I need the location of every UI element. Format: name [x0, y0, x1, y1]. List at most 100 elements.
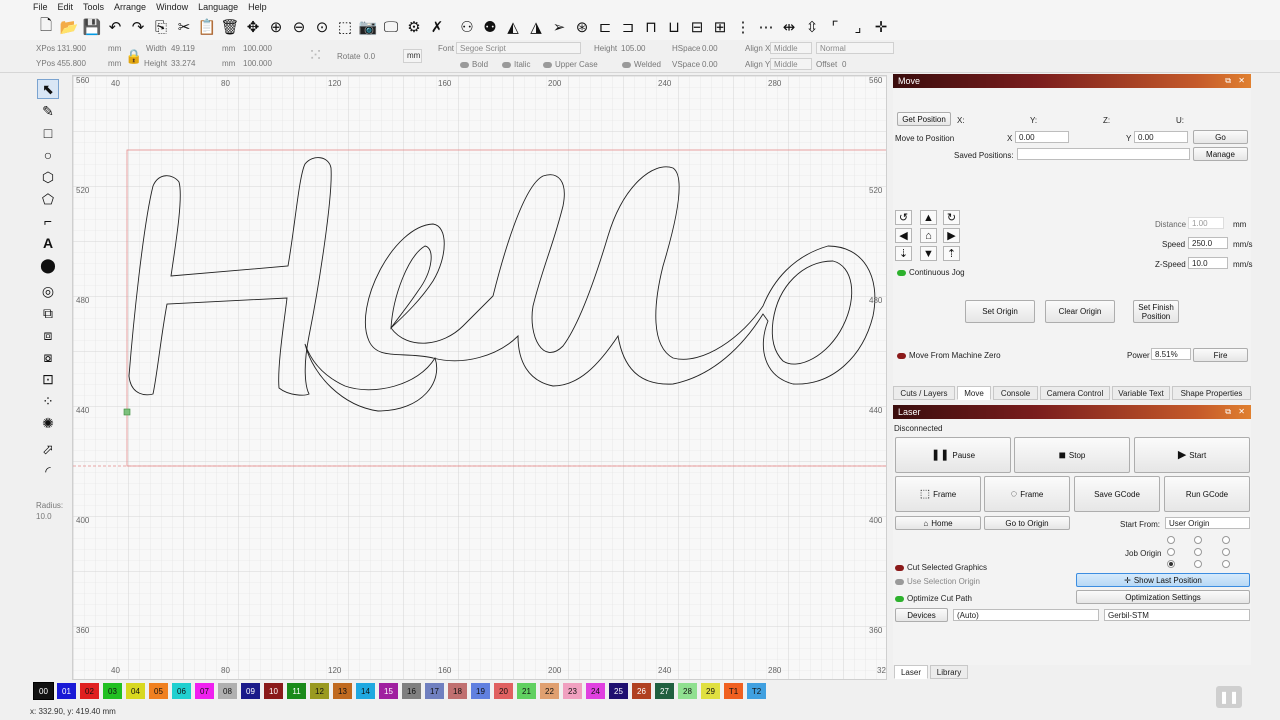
rotate-ccw-icon[interactable]: ↺ [895, 210, 912, 225]
jog-right-icon[interactable]: ▶ [943, 228, 960, 243]
menu-file[interactable]: File [0, 2, 53, 12]
menu-language[interactable]: Language [193, 2, 243, 12]
design-canvas[interactable]: 40 80 120 160 200 240 280 40 80 120 160 … [72, 75, 887, 680]
space-h-icon[interactable]: ⇹ [779, 17, 799, 37]
anchor-grid-icon[interactable]: ⁙ [308, 45, 323, 66]
offset-tool-icon[interactable]: ◎ [37, 281, 59, 301]
port-select[interactable]: (Auto) [953, 609, 1099, 621]
show-last-position-button[interactable]: ✛ Show Last Position [1076, 573, 1250, 587]
layer-swatch[interactable]: 05 [149, 683, 168, 699]
move-icon[interactable]: ✥ [243, 17, 263, 37]
cut-selected-toggle[interactable]: Cut Selected Graphics [895, 563, 987, 572]
select-frame-icon[interactable]: ⬚ [335, 17, 355, 37]
font-select[interactable]: Segoe Script [456, 42, 581, 54]
position-laser-icon[interactable]: ⌐ [37, 211, 59, 231]
job-origin-mc[interactable] [1194, 548, 1202, 556]
flip-horizontal-icon[interactable]: ◭ [503, 17, 523, 37]
delete-icon[interactable]: 🗑 [220, 17, 240, 37]
width-percent[interactable]: 100.000 [243, 44, 272, 53]
close-icon[interactable]: ✕ [1238, 405, 1245, 419]
tools-icon[interactable]: ✗ [427, 17, 447, 37]
pause-button[interactable]: ❚❚ Pause [895, 437, 1011, 473]
set-origin-button[interactable]: Set Origin [965, 300, 1035, 323]
tab-camera-control[interactable]: Camera Control [1040, 386, 1110, 400]
devices-button[interactable]: Devices [895, 608, 948, 622]
job-origin-ml[interactable] [1167, 548, 1175, 556]
jog-home-icon[interactable]: ⌂ [920, 228, 937, 243]
continuous-jog-toggle[interactable]: Continuous Jog [897, 268, 965, 277]
layer-swatch[interactable]: 22 [540, 683, 559, 699]
menu-edit[interactable]: Edit [53, 2, 79, 12]
align-top-icon[interactable]: ⊔ [664, 17, 684, 37]
settings-icon[interactable]: ⚙ [404, 17, 424, 37]
stop-button[interactable]: ■ Stop [1014, 437, 1130, 473]
menu-help[interactable]: Help [243, 2, 272, 12]
grid-array-icon[interactable]: ⁘ [37, 391, 59, 411]
distance-input[interactable]: 1.00 [1188, 217, 1224, 229]
style-select[interactable]: Normal [816, 42, 894, 54]
layer-swatch[interactable]: 12 [310, 683, 329, 699]
float-icon[interactable]: ⧉ [1225, 74, 1231, 88]
save-icon[interactable]: 💾 [82, 17, 102, 37]
move-x-input[interactable]: 0.00 [1015, 131, 1069, 143]
mirror-icon[interactable]: ◮ [526, 17, 546, 37]
weld-icon[interactable]: ⊡ [37, 369, 59, 389]
clear-origin-button[interactable]: Clear Origin [1045, 300, 1115, 323]
paste-icon[interactable]: 📋 [197, 17, 217, 37]
layer-swatch[interactable]: 19 [471, 683, 490, 699]
layer-swatch[interactable]: 29 [701, 683, 720, 699]
monitor-icon[interactable]: 🖵 [381, 17, 401, 37]
pause-overlay-icon[interactable]: ❚❚ [1216, 686, 1242, 708]
align-center-icon[interactable]: ⊐ [618, 17, 638, 37]
close-icon[interactable]: ✕ [1238, 74, 1245, 88]
tab-library[interactable]: Library [930, 665, 968, 679]
fire-button[interactable]: Fire [1193, 348, 1248, 362]
layer-swatch[interactable]: 10 [264, 683, 283, 699]
rectangle-tool-icon[interactable]: □ [37, 123, 59, 143]
jog-up-icon[interactable]: ▲ [920, 210, 937, 225]
job-origin-bl[interactable] [1167, 560, 1175, 568]
zoom-fit-icon[interactable]: ⊙ [312, 17, 332, 37]
height-percent[interactable]: 100.000 [243, 59, 272, 68]
layer-swatch[interactable]: 18 [448, 683, 467, 699]
crosshair-icon[interactable]: ✛ [871, 17, 891, 37]
menu-tools[interactable]: Tools [78, 2, 109, 12]
xpos-value[interactable]: 131.900 [57, 44, 86, 53]
zspeed-input[interactable]: 10.0 [1188, 257, 1228, 269]
job-origin-tl[interactable] [1167, 536, 1175, 544]
tab-tool-icon[interactable]: ⬀ [37, 439, 59, 459]
layer-swatch[interactable]: 00 [33, 682, 54, 700]
saved-positions-select[interactable] [1017, 148, 1190, 160]
layer-swatch[interactable]: 03 [103, 683, 122, 699]
job-origin-mr[interactable] [1222, 548, 1230, 556]
menu-window[interactable]: Window [151, 2, 193, 12]
jog-left-icon[interactable]: ◀ [895, 228, 912, 243]
layer-swatch[interactable]: 02 [80, 683, 99, 699]
layer-swatch[interactable]: 21 [517, 683, 536, 699]
layer-swatch[interactable]: 04 [126, 683, 145, 699]
tab-shape-properties[interactable]: Shape Properties [1172, 386, 1251, 400]
layer-swatch[interactable]: T1 [724, 683, 743, 699]
jog-down-icon[interactable]: ▼ [920, 246, 937, 261]
aligny-select[interactable]: Middle [770, 58, 812, 70]
corner-tool-icon[interactable]: ◜ [37, 461, 59, 481]
set-finish-position-button[interactable]: Set Finish Position [1133, 300, 1179, 323]
z-down-icon[interactable]: ⇣ [895, 246, 912, 261]
align-bottom-icon[interactable]: ⊞ [710, 17, 730, 37]
layer-swatch[interactable]: 11 [287, 683, 306, 699]
hspace-value[interactable]: 0.00 [702, 44, 718, 53]
save-gcode-button[interactable]: Save GCode [1074, 476, 1160, 512]
align-middle-icon[interactable]: ⊟ [687, 17, 707, 37]
power-input[interactable]: 8.51% [1151, 348, 1191, 360]
layer-swatch[interactable]: 26 [632, 683, 651, 699]
alignx-select[interactable]: Middle [770, 42, 812, 54]
layer-swatch[interactable]: T2 [747, 683, 766, 699]
marker-tool-icon[interactable]: ⬤ [37, 255, 59, 275]
zoom-in-icon[interactable]: ⊕ [266, 17, 286, 37]
move-y-input[interactable]: 0.00 [1134, 131, 1188, 143]
align-left-icon[interactable]: ⊏ [595, 17, 615, 37]
float-icon[interactable]: ⧉ [1225, 405, 1231, 419]
radius-value[interactable]: 10.0 [36, 512, 52, 521]
welded-toggle[interactable]: Welded [622, 60, 661, 69]
go-button[interactable]: Go [1193, 130, 1248, 144]
